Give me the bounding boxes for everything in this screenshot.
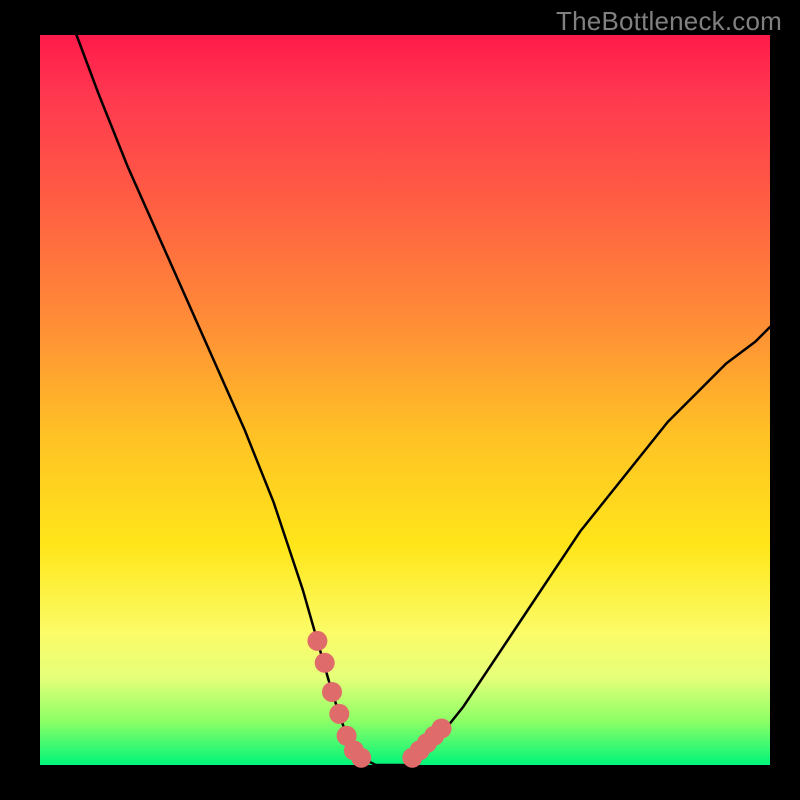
curve-marker xyxy=(322,682,342,702)
bottleneck-curve xyxy=(77,35,771,765)
curve-marker xyxy=(351,748,371,768)
curve-marker xyxy=(315,653,335,673)
watermark-text: TheBottleneck.com xyxy=(556,6,782,37)
chart-svg xyxy=(40,35,770,765)
curve-markers xyxy=(307,631,451,768)
curve-marker xyxy=(432,719,452,739)
chart-frame: TheBottleneck.com xyxy=(0,0,800,800)
curve-marker xyxy=(329,704,349,724)
plot-area xyxy=(40,35,770,765)
curve-marker xyxy=(307,631,327,651)
